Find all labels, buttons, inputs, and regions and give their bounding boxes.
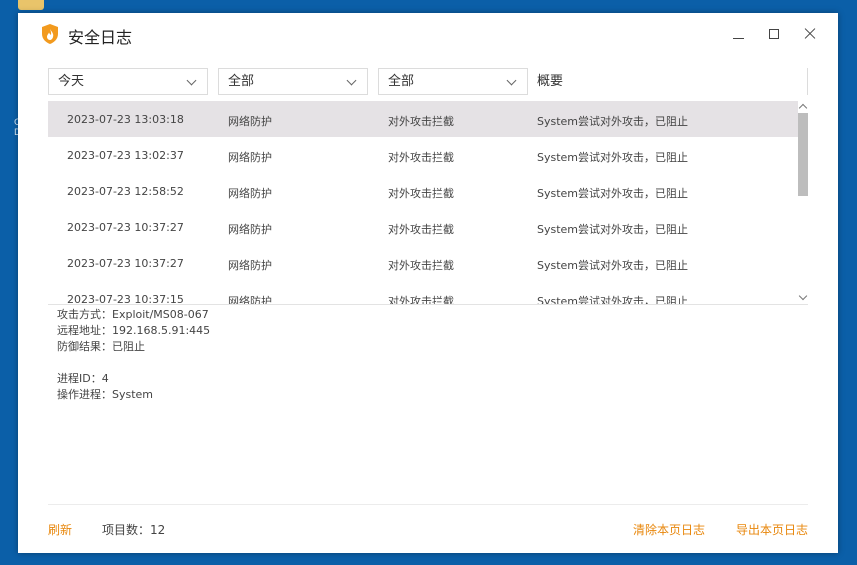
detail-spacer	[57, 355, 210, 371]
chevron-down-icon	[186, 75, 197, 86]
detail-process-name: 操作进程：System	[57, 388, 154, 401]
scroll-up-icon[interactable]	[798, 103, 808, 113]
log-type: 网络防护	[228, 151, 272, 164]
log-time: 2023-07-23 10:37:27	[67, 257, 184, 270]
log-type: 网络防护	[228, 187, 272, 200]
close-icon[interactable]	[799, 23, 821, 45]
log-type: 网络防护	[228, 259, 272, 272]
log-time: 2023-07-23 13:02:37	[67, 149, 184, 162]
summary-column-header: 概要	[537, 68, 808, 95]
log-time: 2023-07-23 10:37:15	[67, 293, 184, 304]
security-log-window: 安全日志 今天 全部 全部 概要 2023-07-23 13:03:18 网络防…	[18, 13, 838, 553]
window-title: 安全日志	[68, 28, 133, 47]
desktop-folder-icon[interactable]	[18, 0, 44, 10]
item-count: 项目数：12	[102, 523, 166, 537]
event-filter-dropdown[interactable]: 全部	[378, 68, 528, 95]
log-time: 2023-07-23 10:37:27	[67, 221, 184, 234]
log-row[interactable]: 2023-07-23 10:37:27 网络防护 对外攻击拦截 System尝试…	[48, 209, 798, 245]
export-page-log-button[interactable]: 导出本页日志	[736, 521, 808, 538]
log-type: 网络防护	[228, 115, 272, 128]
log-summary: System尝试对外攻击，已阻止	[537, 151, 689, 164]
type-filter-dropdown[interactable]: 全部	[218, 68, 368, 95]
log-details: 攻击方式：Exploit/MS08-067 远程地址：192.168.5.91:…	[57, 307, 210, 403]
scroll-down-icon[interactable]	[798, 291, 808, 301]
log-row[interactable]: 2023-07-23 10:37:15 网络防护 对外攻击拦截 System尝试…	[48, 281, 798, 304]
log-event: 对外攻击拦截	[388, 295, 454, 304]
log-summary: System尝试对外攻击，已阻止	[537, 295, 689, 304]
log-event: 对外攻击拦截	[388, 223, 454, 236]
detail-process-id: 进程ID：4	[57, 372, 109, 385]
log-type: 网络防护	[228, 295, 272, 304]
chevron-down-icon	[346, 75, 357, 86]
log-row[interactable]: 2023-07-23 12:58:52 网络防护 对外攻击拦截 System尝试…	[48, 173, 798, 209]
log-type: 网络防护	[228, 223, 272, 236]
scrollbar-thumb[interactable]	[798, 113, 808, 196]
log-event: 对外攻击拦截	[388, 259, 454, 272]
log-summary: System尝试对外攻击，已阻止	[537, 223, 689, 236]
detail-attack-method: 攻击方式：Exploit/MS08-067	[57, 308, 209, 321]
minimize-icon[interactable]	[728, 23, 750, 45]
refresh-button[interactable]: 刷新	[48, 521, 72, 538]
detail-defense-result: 防御结果：已阻止	[57, 340, 145, 353]
log-summary: System尝试对外攻击，已阻止	[537, 259, 689, 272]
date-filter-dropdown[interactable]: 今天	[48, 68, 208, 95]
footer-divider	[48, 504, 808, 505]
log-row[interactable]: 2023-07-23 13:02:37 网络防护 对外攻击拦截 System尝试…	[48, 137, 798, 173]
log-event: 对外攻击拦截	[388, 187, 454, 200]
event-filter-value: 全部	[388, 74, 415, 89]
date-filter-value: 今天	[58, 74, 85, 89]
chevron-down-icon	[506, 75, 517, 86]
log-list[interactable]: 2023-07-23 13:03:18 网络防护 对外攻击拦截 System尝试…	[48, 101, 798, 304]
log-time: 2023-07-23 13:03:18	[67, 113, 184, 126]
divider	[48, 304, 808, 305]
log-summary: System尝试对外攻击，已阻止	[537, 187, 689, 200]
title-bar[interactable]: 安全日志	[18, 13, 838, 53]
log-row[interactable]: 2023-07-23 13:03:18 网络防护 对外攻击拦截 System尝试…	[48, 101, 798, 137]
log-event: 对外攻击拦截	[388, 115, 454, 128]
type-filter-value: 全部	[228, 74, 255, 89]
log-event: 对外攻击拦截	[388, 151, 454, 164]
maximize-icon[interactable]	[763, 23, 785, 45]
clear-page-log-button[interactable]: 清除本页日志	[633, 521, 705, 538]
list-scrollbar[interactable]	[798, 101, 808, 304]
log-row[interactable]: 2023-07-23 10:37:27 网络防护 对外攻击拦截 System尝试…	[48, 245, 798, 281]
shield-flame-logo-icon	[42, 24, 58, 44]
log-time: 2023-07-23 12:58:52	[67, 185, 184, 198]
log-summary: System尝试对外攻击，已阻止	[537, 115, 689, 128]
detail-remote-address: 远程地址：192.168.5.91:445	[57, 324, 211, 337]
